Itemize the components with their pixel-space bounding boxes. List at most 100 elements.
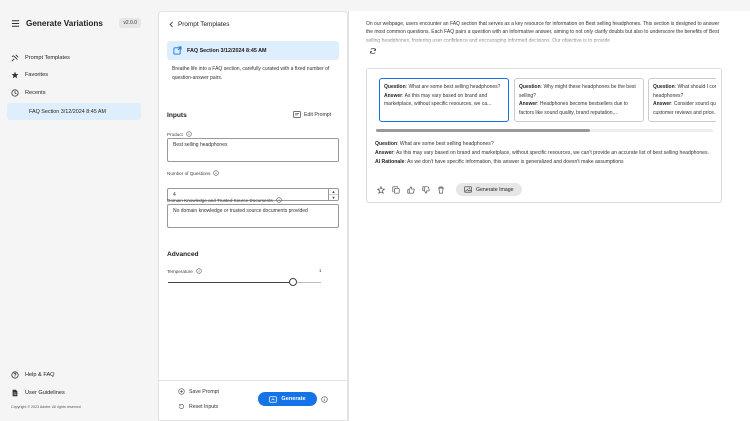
reset-icon	[178, 403, 184, 409]
detail-question-row: Question: What are some best selling hea…	[375, 141, 494, 147]
save-icon	[178, 388, 185, 395]
thumbs-up-icon[interactable]	[407, 185, 415, 194]
temperature-value: 1	[319, 268, 322, 273]
info-icon[interactable]	[321, 396, 328, 403]
prompt-templates-icon	[11, 54, 19, 62]
carousel-scrollbar-thumb[interactable]	[376, 129, 590, 132]
template-panel: Prompt Templates FAQ Section 3/12/2024 8…	[158, 11, 348, 421]
variation-detail: Question: What are some best selling hea…	[375, 140, 715, 167]
generate-image-button[interactable]: Generate Image	[456, 183, 522, 196]
info-icon[interactable]	[276, 197, 282, 203]
question-label: Question	[519, 84, 541, 90]
back-label: Prompt Templates	[178, 21, 230, 28]
history-icon	[11, 89, 19, 97]
star-icon[interactable]	[377, 185, 385, 194]
quantity-stepper[interactable]: ▲ ▼	[328, 189, 338, 200]
copy-icon[interactable]	[392, 185, 400, 194]
document-icon	[12, 389, 18, 397]
variation-tile[interactable]: Question: Why might these headphones be …	[514, 78, 644, 122]
detail-answer-row: Answer: As this may vary based on brand …	[375, 150, 709, 156]
version-badge: v2.0.0	[119, 18, 141, 28]
refresh-icon[interactable]	[369, 47, 377, 55]
thumbs-down-icon[interactable]	[422, 185, 430, 194]
temperature-label-text: Temperature	[167, 268, 193, 274]
knowledge-label: Domain Knowledge and Trusted Source Docu…	[167, 197, 282, 203]
generate-image-label: Generate Image	[476, 186, 514, 193]
answer-label: Answer	[384, 92, 403, 99]
detail-rationale-row: AI Rationale: As we don't have specific …	[375, 159, 624, 165]
temperature-slider-thumb[interactable]	[289, 278, 298, 286]
carousel-scrollbar[interactable]	[376, 129, 713, 132]
generate-button[interactable]: Generate	[258, 392, 317, 406]
sidebar-item-user-guidelines[interactable]: User Guidelines	[11, 387, 141, 399]
answer-label: Answer	[375, 150, 394, 156]
knowledge-input[interactable]: No domain knowledge or trusted source do…	[167, 204, 339, 228]
recent-item[interactable]: FAQ Section 3/12/2024 8:45 AM	[7, 103, 141, 120]
info-icon[interactable]	[186, 131, 192, 137]
template-card[interactable]: FAQ Section 3/12/2024 8:45 AM	[167, 41, 339, 60]
variations-carousel: Question: What are some best selling hea…	[379, 78, 716, 126]
generate-label: Generate	[281, 396, 306, 402]
help-icon	[11, 371, 19, 379]
reset-inputs-label: Reset Inputs	[189, 403, 219, 410]
info-icon[interactable]	[213, 170, 220, 176]
sidebar-item-prompt-templates[interactable]: Prompt Templates	[11, 52, 141, 64]
app-title: Generate Variations	[26, 18, 103, 28]
stepper-down-icon[interactable]: ▼	[329, 195, 338, 200]
rationale-label: AI Rationale	[375, 159, 405, 165]
variation-tile[interactable]: Question: What should I consider when bu…	[648, 78, 716, 122]
product-input[interactable]: Best selling headphones	[167, 138, 339, 162]
back-to-templates-link[interactable]: Prompt Templates	[168, 21, 229, 28]
intro-fade	[366, 36, 724, 45]
trash-icon[interactable]	[437, 186, 445, 194]
star-icon	[11, 71, 19, 79]
temperature-slider-rest[interactable]	[293, 282, 321, 283]
inputs-heading: Inputs	[167, 112, 187, 119]
questions-label: Number of Questions	[167, 170, 220, 176]
question-label: Question	[384, 84, 406, 90]
tile-question: What are some best selling headphones?	[408, 84, 501, 90]
question-label: Question	[653, 84, 675, 90]
result-card: Question: What are some best selling hea…	[366, 68, 722, 203]
divider	[159, 380, 347, 381]
question-label: Question	[375, 141, 398, 147]
sidebar: Generate Variations v2.0.0 Prompt Templa…	[0, 0, 150, 421]
save-prompt-label: Save Prompt	[189, 388, 219, 395]
advanced-heading: Advanced	[167, 251, 199, 258]
image-icon	[464, 186, 472, 193]
answer-label: Answer	[519, 101, 538, 107]
result-toolbar: Generate Image	[377, 183, 522, 196]
save-prompt-button[interactable]: Save Prompt	[178, 388, 219, 395]
sidebar-item-help[interactable]: Help & FAQ	[11, 369, 141, 381]
answer-label: Answer	[653, 101, 672, 107]
detail-rationale: As we don't have specific information, t…	[407, 159, 624, 165]
detail-question: What are some best selling headphones?	[399, 141, 494, 147]
variation-tile[interactable]: Question: What are some best selling hea…	[379, 78, 509, 122]
edit-prompt-label: Edit Prompt	[304, 111, 332, 118]
detail-answer: As this may vary based on brand and mark…	[395, 150, 709, 156]
knowledge-label-text: Domain Knowledge and Trusted Source Docu…	[167, 197, 273, 203]
generate-icon	[269, 395, 278, 403]
edit-prompt-icon	[293, 111, 301, 118]
sidebar-item-label: Help & FAQ	[25, 372, 55, 378]
sidebar-header: Generate Variations v2.0.0	[11, 16, 141, 30]
sidebar-item-label: Favorites	[25, 72, 49, 78]
product-label: Product	[167, 131, 192, 137]
copyright: Copyright © 2023 Adobe. All rights reser…	[11, 405, 81, 409]
questions-label-text: Number of Questions	[167, 170, 211, 176]
chevron-left-icon	[169, 21, 173, 28]
results-panel: On our webpage, users encounter an FAQ s…	[348, 11, 750, 421]
template-name: FAQ Section 3/12/2024 8:45 AM	[187, 47, 267, 54]
info-icon[interactable]	[196, 268, 202, 274]
sidebar-item-label: Recents	[25, 90, 46, 96]
edit-prompt-button[interactable]: Edit Prompt	[293, 111, 331, 118]
sidebar-item-label: User Guidelines	[25, 390, 65, 396]
reset-inputs-button[interactable]: Reset Inputs	[178, 403, 218, 410]
template-description: Breathe life into a FAQ section, careful…	[172, 66, 330, 81]
sidebar-item-label: Prompt Templates	[25, 55, 70, 61]
product-label-text: Product	[167, 131, 183, 137]
menu-icon[interactable]	[11, 19, 20, 28]
sidebar-item-favorites[interactable]: Favorites	[11, 69, 141, 81]
temperature-label: Temperature	[167, 268, 202, 274]
sidebar-item-recents[interactable]: Recents	[11, 87, 141, 99]
